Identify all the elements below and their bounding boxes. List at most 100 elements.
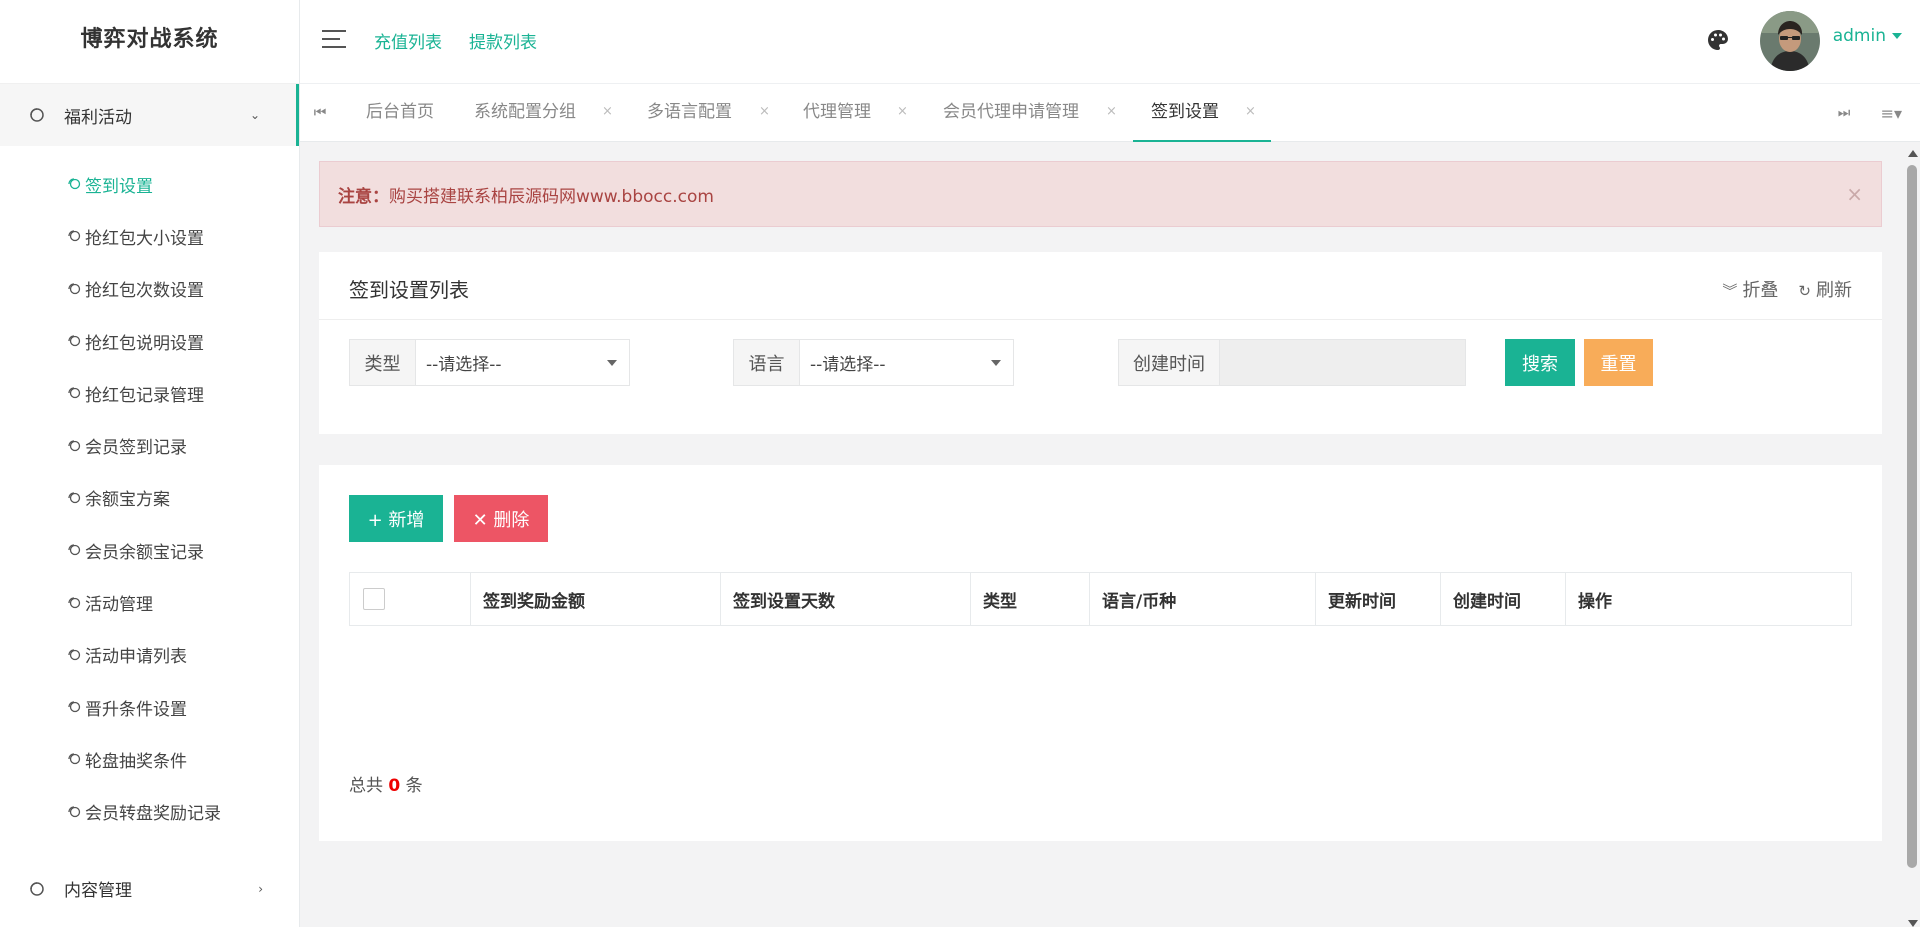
circle-icon (68, 649, 81, 660)
sidebar-item-yuebao-records[interactable]: 会员余额宝记录 (0, 524, 299, 576)
sidebar-item-redpacket-count[interactable]: 抢红包次数设置 (0, 263, 299, 315)
tab-scroll-right-icon[interactable]: ⏭ (1824, 84, 1864, 142)
refresh-icon: ↻ (1798, 282, 1811, 300)
circle-icon (68, 492, 81, 504)
sidebar-item-member-checkin[interactable]: 会员签到记录 (0, 419, 299, 471)
sidebar-item-redpacket-size[interactable]: 抢红包大小设置 (0, 210, 299, 262)
sidebar-item-wheel-conditions[interactable]: 轮盘抽奖条件 (0, 733, 299, 785)
data-table: 签到奖励金额 签到设置天数 类型 语言/币种 更新时间 创建时间 操作 (349, 572, 1852, 626)
submenu: 签到设置 抢红包大小设置 抢红包次数设置 抢红包说明设置 抢红包记录管理 会员签… (0, 146, 299, 858)
circle-icon (68, 596, 81, 608)
caret-down-icon (991, 360, 1001, 366)
tab-agent[interactable]: 代理管理 × (803, 84, 908, 142)
avatar[interactable] (1760, 11, 1820, 71)
tab-scroll-left-icon[interactable]: ⏮ (300, 84, 340, 142)
column-header[interactable]: 更新时间 (1316, 573, 1441, 625)
sidebar-item-label: 会员转盘奖励记录 (85, 804, 221, 825)
created-time-filter: 创建时间 (1118, 339, 1466, 386)
sidebar-item-redpacket-records[interactable]: 抢红包记录管理 (0, 367, 299, 419)
column-header[interactable]: 语言/币种 (1090, 573, 1316, 625)
alert-prefix: 注意： (338, 186, 389, 207)
sidebar-item-activity-applications[interactable]: 活动申请列表 (0, 629, 299, 681)
sidebar-item-yuebao-plan[interactable]: 余额宝方案 (0, 472, 299, 524)
refresh-button[interactable]: ↻ 刷新 (1798, 276, 1852, 302)
column-header[interactable]: 签到奖励金额 (471, 573, 721, 625)
close-icon[interactable]: × (602, 84, 613, 140)
type-select[interactable]: --请选择-- (416, 340, 629, 385)
sidebar-item-label: 余额宝方案 (85, 490, 170, 511)
sidebar-item-checkin-settings[interactable]: 签到设置 (0, 158, 299, 210)
chevron-down-icon: ⌄ (249, 108, 260, 122)
total-count: 总共 0 条 (349, 771, 423, 796)
menu-group-label: 福利活动 (64, 107, 132, 128)
tab-label: 签到设置 (1151, 102, 1219, 122)
tab-multilang[interactable]: 多语言配置 × (647, 84, 770, 142)
created-time-input[interactable] (1220, 340, 1465, 385)
type-filter: 类型 --请选择-- (349, 339, 630, 386)
sidebar-item-label: 签到设置 (85, 176, 153, 197)
scroll-thumb[interactable] (1907, 165, 1917, 868)
delete-button[interactable]: ✕ 删除 (454, 495, 548, 542)
scrollbar[interactable] (1906, 150, 1918, 927)
language-select[interactable]: --请选择-- (800, 340, 1013, 385)
reset-button[interactable]: 重置 (1584, 339, 1653, 386)
circle-icon (68, 806, 81, 817)
sidebar-item-promotion-conditions[interactable]: 晋升条件设置 (0, 681, 299, 733)
close-icon[interactable]: × (1245, 84, 1256, 140)
close-icon[interactable]: × (1106, 84, 1117, 140)
link-recharge-list[interactable]: 充值列表 (374, 28, 442, 53)
circle-icon (30, 882, 44, 896)
sidebar-item-label: 会员余额宝记录 (85, 542, 204, 563)
tab-checkin-settings[interactable]: 签到设置 × (1133, 84, 1271, 142)
sidebar-item-wheel-rewards[interactable]: 会员转盘奖励记录 (0, 786, 299, 838)
app-logo: 博弈对战系统 (0, 0, 299, 84)
tab-label: 多语言配置 (647, 102, 732, 122)
column-header[interactable]: 类型 (971, 573, 1090, 625)
sidebar-item-label: 晋升条件设置 (85, 699, 187, 720)
add-button[interactable]: + 新增 (349, 495, 443, 542)
tab-label: 会员代理申请管理 (943, 102, 1079, 122)
close-icon[interactable]: × (1846, 182, 1863, 206)
close-icon[interactable]: × (759, 84, 770, 140)
circle-icon (68, 439, 81, 451)
select-all-checkbox[interactable] (363, 588, 385, 610)
tab-bar: ⏮ 后台首页 系统配置分组 × 多语言配置 × 代理管理 × 会员代理申请管理 × 签到… (300, 84, 1920, 142)
user-menu[interactable]: admin (1833, 26, 1902, 46)
language-filter: 语言 --请选择-- (733, 339, 1014, 386)
tab-label: 后台首页 (366, 102, 434, 122)
scroll-down-icon[interactable] (1908, 920, 1918, 927)
scroll-up-icon[interactable] (1908, 150, 1918, 157)
column-header[interactable]: 创建时间 (1441, 573, 1566, 625)
menu-group-content[interactable]: 内容管理 › (0, 858, 299, 920)
column-header[interactable]: 签到设置天数 (721, 573, 971, 625)
circle-icon (68, 230, 81, 242)
panel-title: 签到设置列表 (349, 278, 469, 302)
column-header: 操作 (1578, 591, 1612, 612)
tab-sys-config-group[interactable]: 系统配置分组 × (474, 84, 613, 142)
link-withdraw-list[interactable]: 提款列表 (469, 28, 537, 53)
sidebar-item-redpacket-desc[interactable]: 抢红包说明设置 (0, 315, 299, 367)
created-time-label: 创建时间 (1119, 340, 1220, 385)
close-icon[interactable]: × (897, 84, 908, 140)
type-label: 类型 (350, 340, 416, 385)
tab-member-agent-app[interactable]: 会员代理申请管理 × (943, 84, 1117, 142)
total-number: 0 (388, 776, 401, 796)
list-panel: + 新增 ✕ 删除 签到奖励金额 签到设置天数 类型 语言/币种 更新时间 创建… (319, 465, 1882, 841)
sidebar-item-label: 抢红包次数设置 (85, 281, 204, 302)
tab-label: 代理管理 (803, 102, 871, 122)
collapse-button[interactable]: ︾ 折叠 (1722, 276, 1778, 302)
menu-group-welfare[interactable]: 福利活动 ⌄ (0, 84, 299, 146)
search-button[interactable]: 搜索 (1505, 339, 1575, 386)
tab-home[interactable]: 后台首页 (366, 84, 434, 142)
double-chevron-down-icon: ︾ (1722, 282, 1738, 300)
language-label: 语言 (734, 340, 800, 385)
sidebar-item-label: 抢红包说明设置 (85, 333, 204, 354)
sidebar-item-activity-mgmt[interactable]: 活动管理 (0, 576, 299, 628)
top-header: 充值列表 提款列表 admin (300, 0, 1920, 84)
circle-icon (68, 753, 81, 765)
tab-options-icon[interactable]: ≡▾ (1881, 84, 1902, 142)
menu-toggle-icon[interactable] (322, 30, 346, 50)
palette-icon[interactable] (1706, 28, 1730, 52)
circle-icon (68, 335, 81, 347)
sidebar-item-label: 抢红包大小设置 (85, 228, 204, 249)
